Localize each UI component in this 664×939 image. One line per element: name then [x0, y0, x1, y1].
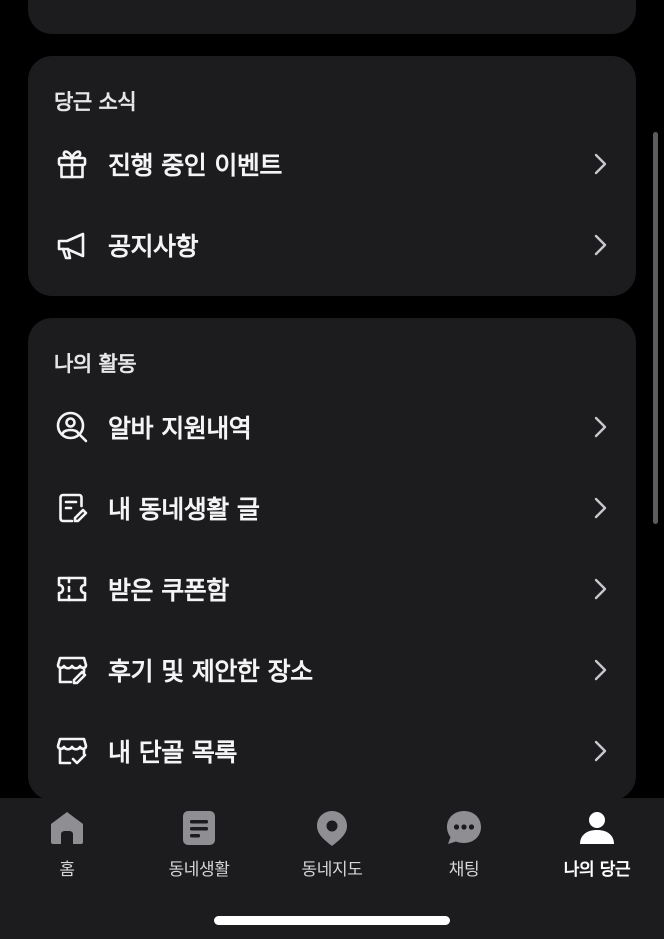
- menu-item-label: 공지사항: [108, 232, 199, 261]
- tab-label: 동네지도: [301, 860, 363, 880]
- menu-item-label: 내 동네생활 글: [108, 495, 260, 524]
- coupon-icon: [54, 571, 90, 607]
- gift-icon: [54, 146, 90, 182]
- tab-label: 홈: [59, 860, 75, 880]
- menu-item-notices[interactable]: 공지사항: [28, 213, 636, 277]
- news-section-title: 당근 소식: [54, 90, 137, 114]
- store-check-icon: [54, 733, 90, 769]
- chevron-right-icon: [590, 656, 610, 684]
- chevron-right-icon: [590, 494, 610, 522]
- home-indicator: [214, 916, 450, 925]
- home-icon: [51, 812, 83, 844]
- menu-item-label: 내 단골 목록: [108, 738, 237, 767]
- menu-item-my-posts[interactable]: 내 동네생활 글: [28, 476, 636, 540]
- community-icon: [183, 811, 215, 845]
- activity-section-card: 나의 활동 알바 지원내역 내 동네생활 글 받은 쿠폰함 후기 및 제안한 장…: [28, 318, 636, 800]
- tab-label: 나의 당근: [563, 860, 631, 880]
- scrollbar[interactable]: [653, 132, 658, 524]
- tab-label: 채팅: [448, 860, 480, 880]
- previous-section-card: [28, 0, 636, 34]
- menu-item-label: 진행 중인 이벤트: [108, 151, 282, 180]
- chevron-right-icon: [590, 150, 610, 178]
- megaphone-icon: [54, 227, 90, 263]
- activity-section-title: 나의 활동: [54, 352, 137, 376]
- tab-my-karrot[interactable]: 나의 당근: [531, 798, 663, 898]
- menu-item-events[interactable]: 진행 중인 이벤트: [28, 132, 636, 196]
- menu-item-favorite-stores[interactable]: 내 단골 목록: [28, 719, 636, 783]
- menu-item-coupons[interactable]: 받은 쿠폰함: [28, 557, 636, 621]
- tab-label: 동네생활: [168, 860, 230, 880]
- document-edit-icon: [54, 490, 90, 526]
- chevron-right-icon: [590, 413, 610, 441]
- tab-home[interactable]: 홈: [1, 798, 133, 898]
- menu-item-label: 후기 및 제안한 장소: [108, 657, 313, 686]
- profile-icon: [580, 812, 614, 844]
- chat-icon: [447, 811, 481, 844]
- news-section-card: 당근 소식 진행 중인 이벤트 공지사항: [28, 56, 636, 296]
- chevron-right-icon: [590, 737, 610, 765]
- tab-neighborhood-map[interactable]: 동네지도: [266, 798, 398, 898]
- job-search-icon: [54, 409, 90, 445]
- menu-item-label: 알바 지원내역: [108, 414, 252, 443]
- chevron-right-icon: [590, 231, 610, 259]
- chevron-right-icon: [590, 575, 610, 603]
- menu-item-label: 받은 쿠폰함: [108, 576, 229, 605]
- menu-item-reviews-places[interactable]: 후기 및 제안한 장소: [28, 638, 636, 702]
- menu-item-job-applications[interactable]: 알바 지원내역: [28, 395, 636, 459]
- store-edit-icon: [54, 652, 90, 688]
- tab-community[interactable]: 동네생활: [133, 798, 265, 898]
- map-pin-icon: [317, 811, 347, 846]
- tab-chat[interactable]: 채팅: [398, 798, 530, 898]
